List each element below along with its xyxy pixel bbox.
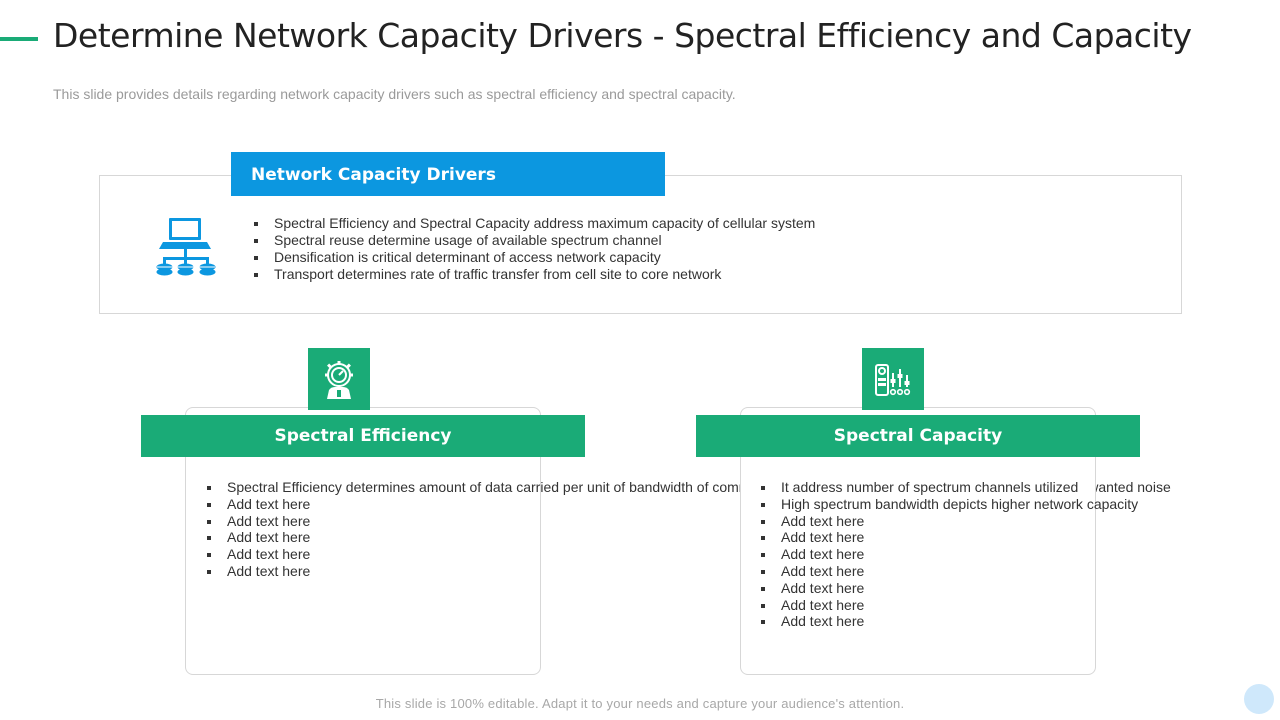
drivers-bullet-list: Spectral Efficiency and Spectral Capacit… bbox=[253, 215, 816, 283]
list-item: Add text here bbox=[761, 613, 1071, 630]
efficiency-bullet-list: Spectral Efficiency determines amount of… bbox=[207, 479, 1171, 580]
efficiency-icon-box bbox=[308, 348, 370, 410]
control-panel-icon bbox=[875, 364, 911, 396]
page-subtitle: This slide provides details regarding ne… bbox=[53, 86, 736, 102]
list-item: Add text here bbox=[761, 546, 1071, 563]
title-accent-bar bbox=[0, 37, 38, 41]
capacity-bullet-list: It address number of spectrum channels u… bbox=[761, 479, 1139, 630]
list-item: Add text here bbox=[761, 597, 1071, 614]
corner-decoration bbox=[1244, 684, 1274, 714]
list-item: Add text here bbox=[761, 580, 1071, 597]
list-item: High spectrum bandwidth depicts higher n… bbox=[761, 495, 1139, 512]
capacity-icon-box bbox=[862, 348, 924, 410]
network-computer-icon bbox=[153, 216, 219, 278]
gauge-gear-person-icon bbox=[325, 361, 353, 399]
list-item: Add text here bbox=[207, 563, 527, 580]
list-item: It address number of spectrum channels u… bbox=[761, 479, 1079, 495]
list-item: Transport determines rate of traffic tra… bbox=[253, 266, 815, 283]
list-item: Add text here bbox=[207, 496, 527, 513]
list-item: Spectral reuse determine usage of availa… bbox=[253, 232, 815, 249]
efficiency-heading: Spectral Efficiency bbox=[141, 415, 585, 457]
list-item: Add text here bbox=[207, 513, 527, 530]
list-item: Add text here bbox=[761, 529, 1071, 546]
drivers-heading: Network Capacity Drivers bbox=[231, 152, 665, 196]
list-item: Add text here bbox=[207, 546, 527, 563]
list-item: Add text here bbox=[761, 513, 1071, 530]
list-item: Add text here bbox=[761, 563, 1071, 580]
list-item: Spectral Efficiency and Spectral Capacit… bbox=[253, 215, 816, 231]
capacity-heading: Spectral Capacity bbox=[696, 415, 1140, 457]
footer-note: This slide is 100% editable. Adapt it to… bbox=[375, 696, 905, 711]
page-title: Determine Network Capacity Drivers - Spe… bbox=[53, 16, 1192, 55]
list-item: Add text here bbox=[207, 529, 527, 546]
list-item: Densification is critical determinant of… bbox=[253, 249, 815, 266]
list-item: Spectral Efficiency determines amount of… bbox=[207, 479, 1171, 495]
